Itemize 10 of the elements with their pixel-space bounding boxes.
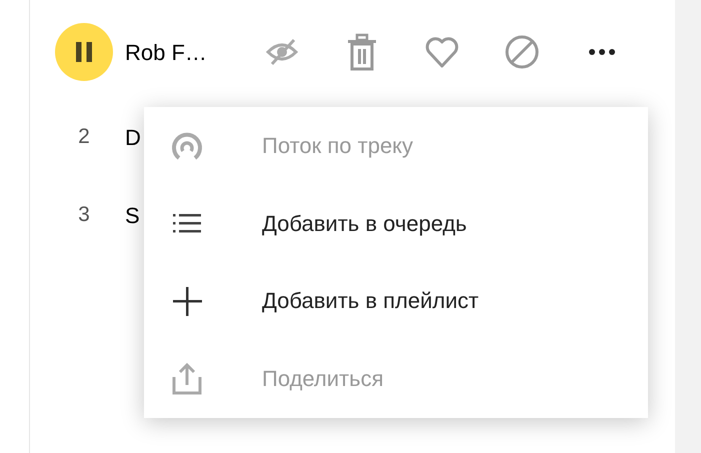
menu-item[interactable]: Добавить в очередь [144, 184, 648, 262]
track-title[interactable]: D [125, 120, 141, 154]
track-title[interactable]: S [125, 198, 140, 232]
share-icon [170, 361, 204, 396]
block-icon [504, 34, 540, 70]
track-number: 3 [78, 203, 90, 226]
menu-item[interactable]: Добавить в плейлист [144, 262, 648, 340]
track-title[interactable]: Rob F… [125, 36, 207, 68]
pause-icon [76, 42, 92, 62]
track-number: 2 [78, 125, 90, 148]
